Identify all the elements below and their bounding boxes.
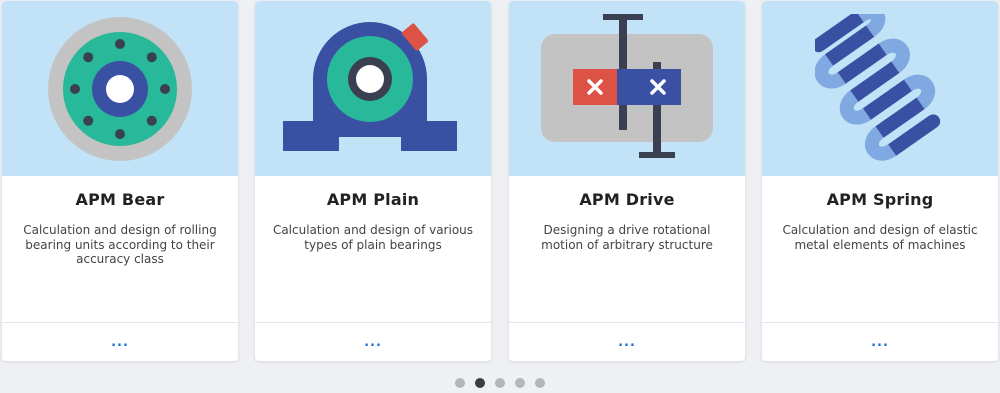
card-title: APM Bear [75, 190, 165, 209]
more-link[interactable]: ... [865, 334, 895, 351]
card-description: Designing a drive rotational motion of a… [541, 223, 713, 252]
card-image [509, 1, 745, 176]
rolling-bearing-icon [48, 16, 192, 161]
plain-bearing-icon [283, 21, 457, 151]
more-link[interactable]: ... [105, 334, 135, 351]
card-body: APM Plain Calculation and design of vari… [255, 176, 491, 322]
card-body: APM Drive Designing a drive rotational m… [509, 176, 745, 322]
more-link[interactable]: ... [358, 334, 388, 351]
card-body: APM Spring Calculation and design of ela… [762, 176, 998, 322]
card-footer: ... [2, 322, 238, 361]
carousel-pager [0, 378, 1000, 388]
product-card-apm-bear: APM Bear Calculation and design of rolli… [2, 1, 238, 361]
card-title: APM Spring [826, 190, 934, 209]
spring-icon [815, 13, 941, 161]
more-link[interactable]: ... [612, 334, 642, 351]
gear-drive-icon [541, 13, 713, 158]
pager-dot-4[interactable] [515, 378, 525, 388]
card-body: APM Bear Calculation and design of rolli… [2, 176, 238, 322]
card-image [2, 1, 238, 176]
pager-dot-1[interactable] [455, 378, 465, 388]
product-carousel: APM Bear Calculation and design of rolli… [0, 0, 1000, 393]
card-description: Calculation and design of elastic metal … [782, 223, 978, 252]
product-card-apm-drive: APM Drive Designing a drive rotational m… [509, 1, 745, 361]
card-footer: ... [762, 322, 998, 361]
card-image [255, 1, 491, 176]
pager-dot-5[interactable] [535, 378, 545, 388]
card-image [762, 1, 998, 176]
product-card-apm-spring: APM Spring Calculation and design of ela… [762, 1, 998, 361]
card-footer: ... [509, 322, 745, 361]
card-title: APM Plain [326, 190, 420, 209]
card-description: Calculation and design of rolling bearin… [23, 223, 217, 266]
card-footer: ... [255, 322, 491, 361]
product-card-apm-plain: APM Plain Calculation and design of vari… [255, 1, 491, 361]
card-description: Calculation and design of various types … [272, 223, 474, 252]
pager-dot-2-active[interactable] [475, 378, 485, 388]
pager-dot-3[interactable] [495, 378, 505, 388]
card-title: APM Drive [579, 190, 675, 209]
